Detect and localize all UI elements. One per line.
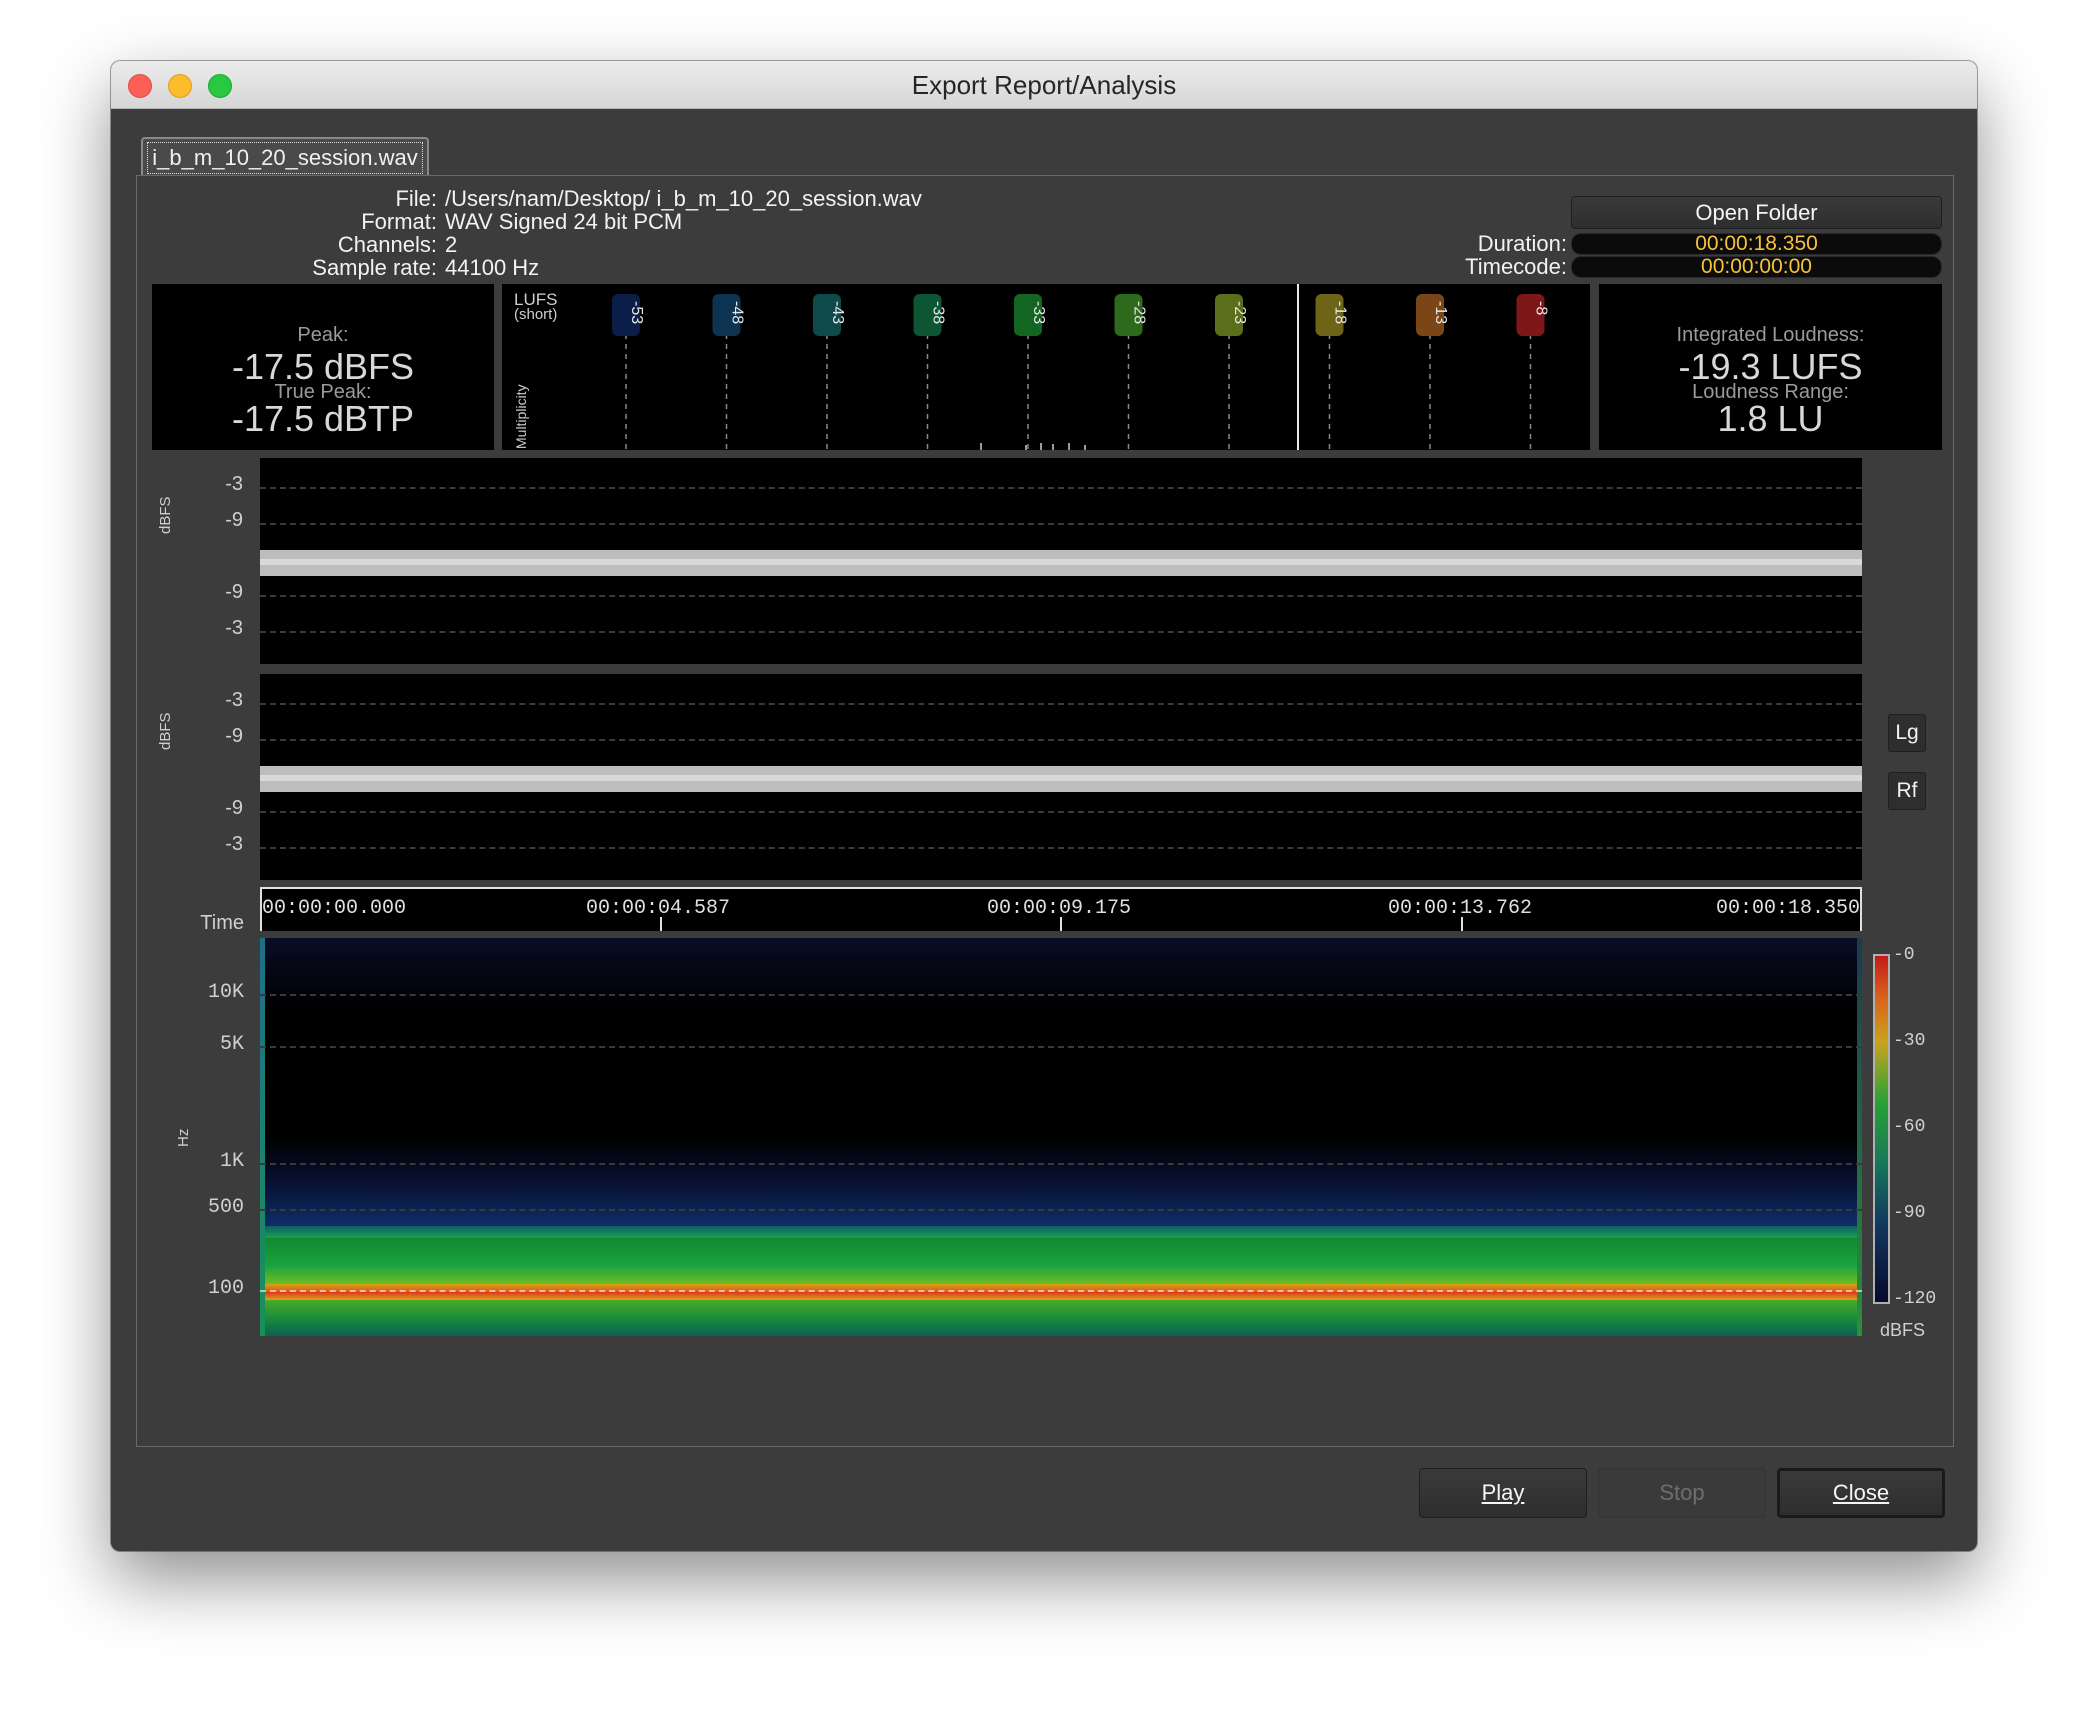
loudness-box: Integrated Loudness: -19.3 LUFS Loudness…	[1599, 284, 1942, 450]
loudness-range-value: 1.8 LU	[1717, 398, 1824, 439]
timecode-label: Timecode:	[1465, 254, 1567, 279]
duration-value: 00:00:18.350	[1571, 233, 1942, 255]
peak-box: Peak: -17.5 dBFS True Peak: -17.5 dBTP	[152, 284, 494, 450]
histogram-y-label: Multiplicity	[513, 384, 529, 449]
waveform-channel-1	[260, 458, 1862, 664]
colorbar-label: -90	[1893, 1203, 1926, 1223]
open-folder-button[interactable]: Open Folder	[1571, 196, 1942, 229]
freq-tick-label: 5K	[219, 1033, 244, 1056]
play-button[interactable]: Play	[1419, 1468, 1587, 1518]
samplerate-value: 44100 Hz	[445, 255, 540, 280]
colorbar	[1873, 954, 1890, 1304]
timeline-ruler[interactable]: 00:00:00.000 00:00:04.587 00:00:09.175 0…	[260, 887, 1862, 931]
analysis-panel: File: /Users/nam/Desktop/ i_b_m_10_20_se…	[136, 175, 1954, 1447]
freq-tick-label: 500	[207, 1196, 244, 1219]
lufs-marker-label: -28	[1131, 301, 1148, 324]
export-report-window: Export Report/Analysis i_b_m_10_20_sessi…	[111, 61, 1977, 1551]
lufs-marker-label: -23	[1231, 301, 1248, 324]
log-scale-button[interactable]: Lg	[1888, 714, 1926, 752]
window-title: Export Report/Analysis	[911, 70, 1177, 100]
peak-label: Peak:	[297, 324, 349, 346]
colorbar-label: -0	[1893, 945, 1915, 965]
loudness-histogram: LUFS (short) Multiplicity -53 -48 -43 -38 -3…	[502, 284, 1590, 450]
wave2-tick: -9	[225, 725, 243, 747]
colorbar-label: -120	[1893, 1289, 1937, 1309]
stop-button[interactable]: Stop	[1598, 1468, 1766, 1518]
wave2-tick: -3	[225, 689, 243, 711]
rectified-button[interactable]: Rf	[1888, 772, 1926, 810]
waveform-channel-2	[260, 674, 1862, 880]
freq-tick-label: 1K	[219, 1150, 244, 1173]
lufs-marker-label: -33	[1030, 301, 1047, 324]
wave2-tick: -9	[225, 797, 243, 819]
lufs-marker-label: -38	[930, 301, 947, 324]
time-tick-label: 00:00:04.587	[586, 897, 731, 920]
lufs-marker-label: -48	[729, 301, 746, 324]
lufs-marker-label: -8	[1533, 301, 1550, 315]
lufs-marker-label: -18	[1332, 301, 1349, 324]
format-value: WAV Signed 24 bit PCM	[445, 209, 683, 234]
spectrogram	[260, 938, 1862, 1336]
wave2-tick: -3	[225, 833, 243, 855]
samplerate-label: Sample rate:	[312, 255, 437, 280]
truepeak-value: -17.5 dBTP	[231, 398, 415, 439]
title-bar[interactable]: Export Report/Analysis	[111, 61, 1977, 109]
tab-file[interactable]: i_b_m_10_20_session.wav	[141, 137, 429, 177]
tab-file-label: i_b_m_10_20_session.wav	[147, 142, 423, 174]
colorbar-unit: dBFS	[1880, 1320, 1926, 1340]
integrated-loudness-label: Integrated Loudness:	[1676, 324, 1865, 346]
timecode-value: 00:00:00:00	[1571, 256, 1942, 278]
lufs-marker-label: -53	[628, 301, 645, 324]
colorbar-label: -60	[1893, 1117, 1926, 1137]
wave1-tick: -3	[225, 617, 243, 639]
lufs-marker-label: -43	[829, 301, 846, 324]
time-tick-label: 00:00:00.000	[262, 897, 407, 920]
colorbar-label: -30	[1893, 1031, 1926, 1051]
wave1-tick: -9	[225, 581, 243, 603]
time-axis-label: Time	[200, 912, 244, 934]
histogram-subtitle: (short)	[514, 306, 557, 323]
close-button[interactable]: Close	[1777, 1468, 1945, 1518]
wave1-tick: -3	[225, 473, 243, 495]
freq-tick-label: 10K	[207, 981, 244, 1004]
wave1-y-unit: dBFS	[157, 496, 174, 534]
lufs-marker-label: -13	[1432, 301, 1449, 324]
wave2-y-unit: dBFS	[157, 712, 174, 750]
time-tick-label: 00:00:18.350	[1715, 897, 1860, 920]
spectrogram-y-unit: Hz	[175, 1128, 192, 1147]
freq-tick-label: 100	[207, 1277, 244, 1300]
wave1-tick: -9	[225, 509, 243, 531]
